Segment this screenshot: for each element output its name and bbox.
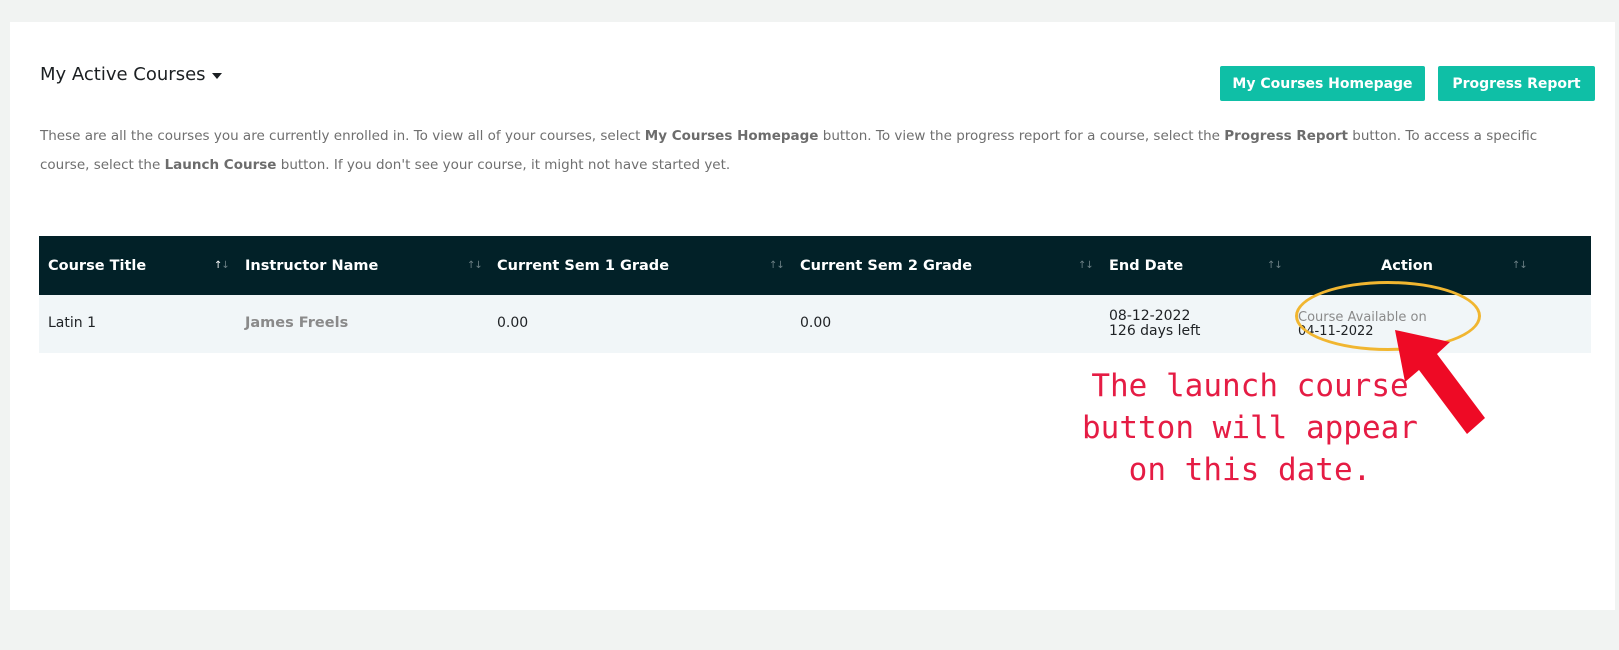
instructions-text: These are all the courses you are curren… — [40, 122, 1570, 180]
column-header-end-date[interactable]: End Date — [1109, 236, 1183, 295]
annotation-line: on this date. — [1128, 452, 1372, 488]
cell-sem2-grade: 0.00 — [800, 315, 832, 331]
page-title-text: My Active Courses — [40, 64, 206, 85]
cell-sem1-grade: 0.00 — [497, 315, 529, 331]
sort-arrows-icon[interactable]: ↑↓ — [1078, 260, 1094, 271]
my-courses-homepage-button[interactable]: My Courses Homepage — [1220, 66, 1425, 101]
end-date-value: 08-12-2022 — [1109, 308, 1191, 324]
annotation-line: The launch course — [1091, 368, 1409, 404]
annotation-text: The launch course button will appear on … — [1080, 365, 1420, 491]
cell-end-date: 08-12-2022 126 days left — [1109, 309, 1200, 339]
sort-arrows-icon[interactable]: ↑↓ — [1267, 260, 1283, 271]
days-left-value: 126 days left — [1109, 323, 1201, 339]
cell-instructor[interactable]: James Freels — [245, 315, 348, 331]
page-title[interactable]: My Active Courses — [40, 64, 222, 85]
desc-bold-launch: Launch Course — [164, 157, 277, 173]
annotation-line: button will appear — [1082, 410, 1418, 446]
sort-arrows-icon[interactable]: ↑↓ — [1512, 260, 1528, 271]
sort-arrows-icon[interactable]: ↑↓ — [214, 260, 230, 271]
cell-course-title: Latin 1 — [48, 315, 96, 331]
desc-part: These are all the courses you are curren… — [40, 128, 645, 144]
sort-arrows-icon[interactable]: ↑↓ — [467, 260, 483, 271]
desc-part: button. If you don't see your course, it… — [276, 157, 731, 173]
desc-bold-homepage: My Courses Homepage — [644, 128, 819, 144]
column-header-sem2-grade[interactable]: Current Sem 2 Grade — [800, 236, 972, 295]
column-header-sem1-grade[interactable]: Current Sem 1 Grade — [497, 236, 669, 295]
column-header-course-title[interactable]: Course Title — [48, 236, 146, 295]
caret-down-icon[interactable] — [211, 72, 222, 79]
sort-arrows-icon[interactable]: ↑↓ — [769, 260, 785, 271]
desc-bold-report: Progress Report — [1224, 128, 1348, 144]
desc-part: button. To view the progress report for … — [818, 128, 1225, 144]
column-header-instructor[interactable]: Instructor Name — [245, 236, 378, 295]
progress-report-button[interactable]: Progress Report — [1438, 66, 1595, 101]
